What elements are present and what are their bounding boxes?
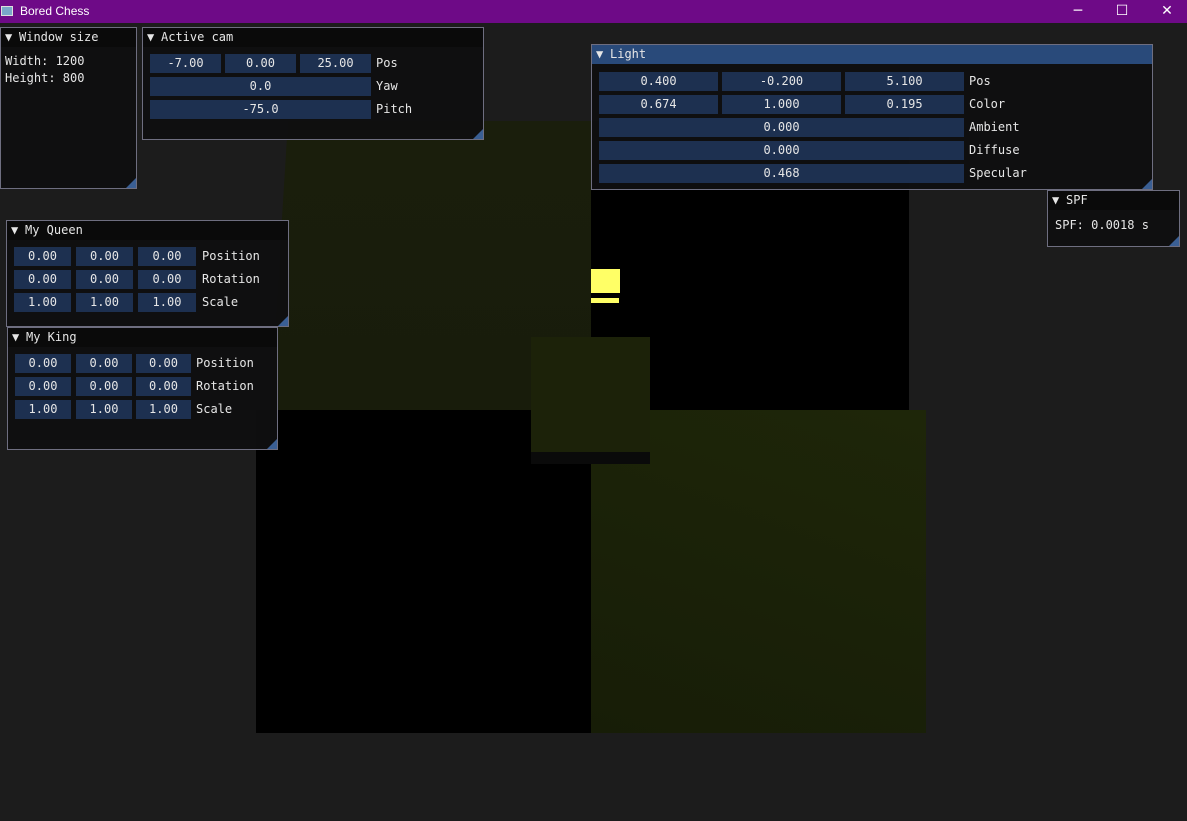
panel-title: Window size xyxy=(19,30,99,44)
queen-scale-label: Scale xyxy=(202,295,239,309)
king-position-z-field[interactable]: 0.00 xyxy=(136,354,191,373)
light-specular-label: Specular xyxy=(969,166,1027,180)
light-specular-field[interactable]: 0.468 xyxy=(599,164,964,183)
queen-position-z-field[interactable]: 0.00 xyxy=(138,247,196,266)
window-size-header[interactable]: ▼ Window size xyxy=(1,28,136,47)
active-cam-header[interactable]: ▼ Active cam xyxy=(143,28,483,47)
collapse-triangle-icon[interactable]: ▼ xyxy=(147,28,161,47)
light-panel[interactable]: ▼ Light 0.400 -0.200 5.100 Pos 0.674 1.00… xyxy=(591,44,1153,190)
queen-rotation-y-field[interactable]: 0.00 xyxy=(76,270,133,289)
window-height-text: Height: 800 xyxy=(5,71,85,85)
panel-title: SPF xyxy=(1066,193,1088,207)
queen-rotation-z-field[interactable]: 0.00 xyxy=(138,270,196,289)
light-pos-label: Pos xyxy=(969,74,991,88)
collapse-triangle-icon[interactable]: ▼ xyxy=(12,328,26,347)
window-size-panel[interactable]: ▼ Window size Width: 1200 Height: 800 xyxy=(0,27,137,189)
panel-title: My Queen xyxy=(25,223,83,237)
resize-grip[interactable] xyxy=(473,129,483,139)
queen-rotation-x-field[interactable]: 0.00 xyxy=(14,270,71,289)
panel-title: My King xyxy=(26,330,77,344)
chess-piece-cube-shadow xyxy=(531,452,650,464)
queen-position-y-field[interactable]: 0.00 xyxy=(76,247,133,266)
spf-panel[interactable]: ▼ SPF SPF: 0.0018 s xyxy=(1047,190,1180,247)
light-color-g-field[interactable]: 1.000 xyxy=(722,95,841,114)
collapse-triangle-icon[interactable]: ▼ xyxy=(5,28,19,47)
my-king-panel[interactable]: ▼ My King 0.00 0.00 0.00 Position 0.00 0.… xyxy=(7,327,278,450)
cam-pitch-label: Pitch xyxy=(376,102,413,116)
maximize-button[interactable]: ☐ xyxy=(1099,0,1145,23)
collapse-triangle-icon[interactable]: ▼ xyxy=(11,221,25,240)
resize-grip[interactable] xyxy=(267,439,277,449)
light-pos-x-field[interactable]: 0.400 xyxy=(599,72,718,91)
king-position-label: Position xyxy=(196,356,254,370)
light-color-r-field[interactable]: 0.674 xyxy=(599,95,718,114)
collapse-triangle-icon[interactable]: ▼ xyxy=(1052,191,1066,210)
king-position-y-field[interactable]: 0.00 xyxy=(76,354,132,373)
king-scale-x-field[interactable]: 1.00 xyxy=(15,400,71,419)
my-queen-header[interactable]: ▼ My Queen xyxy=(7,221,288,240)
resize-grip[interactable] xyxy=(278,316,288,326)
panel-title: Light xyxy=(610,47,647,61)
cam-yaw-field[interactable]: 0.0 xyxy=(150,77,371,96)
resize-grip[interactable] xyxy=(1169,236,1179,246)
panel-title: Active cam xyxy=(161,30,234,44)
cam-pos-y-field[interactable]: 0.00 xyxy=(225,54,296,73)
king-scale-z-field[interactable]: 1.00 xyxy=(136,400,191,419)
close-button[interactable]: ✕ xyxy=(1144,0,1187,23)
king-scale-label: Scale xyxy=(196,402,233,416)
light-color-b-field[interactable]: 0.195 xyxy=(845,95,964,114)
king-rotation-z-field[interactable]: 0.00 xyxy=(136,377,191,396)
light-ambient-field[interactable]: 0.000 xyxy=(599,118,964,137)
light-ambient-label: Ambient xyxy=(969,120,1020,134)
my-king-header[interactable]: ▼ My King xyxy=(8,328,277,347)
light-source-cube-edge xyxy=(591,298,619,303)
light-pos-z-field[interactable]: 5.100 xyxy=(845,72,964,91)
active-cam-panel[interactable]: ▼ Active cam -7.00 0.00 25.00 Pos 0.0 Yaw… xyxy=(142,27,484,140)
window-titlebar[interactable]: Bored Chess ─ ☐ ✕ xyxy=(0,0,1187,23)
minimize-button[interactable]: ─ xyxy=(1055,0,1101,23)
cam-pitch-field[interactable]: -75.0 xyxy=(150,100,371,119)
cam-pos-x-field[interactable]: -7.00 xyxy=(150,54,221,73)
king-scale-y-field[interactable]: 1.00 xyxy=(76,400,132,419)
queen-position-x-field[interactable]: 0.00 xyxy=(14,247,71,266)
queen-scale-x-field[interactable]: 1.00 xyxy=(14,293,71,312)
light-diffuse-field[interactable]: 0.000 xyxy=(599,141,964,160)
cam-pos-z-field[interactable]: 25.00 xyxy=(300,54,371,73)
collapse-triangle-icon[interactable]: ▼ xyxy=(596,45,610,64)
spf-text: SPF: 0.0018 s xyxy=(1055,218,1149,232)
light-color-label: Color xyxy=(969,97,1006,111)
cam-pos-label: Pos xyxy=(376,56,398,70)
king-rotation-y-field[interactable]: 0.00 xyxy=(76,377,132,396)
queen-rotation-label: Rotation xyxy=(202,272,260,286)
king-rotation-x-field[interactable]: 0.00 xyxy=(15,377,71,396)
app-window-icon xyxy=(1,6,13,16)
king-position-x-field[interactable]: 0.00 xyxy=(15,354,71,373)
light-source-cube[interactable] xyxy=(591,269,620,293)
window-width-text: Width: 1200 xyxy=(5,54,85,68)
window-title: Bored Chess xyxy=(20,4,90,18)
resize-grip[interactable] xyxy=(1142,179,1152,189)
light-header[interactable]: ▼ Light xyxy=(592,45,1152,64)
light-diffuse-label: Diffuse xyxy=(969,143,1020,157)
chess-piece-cube[interactable] xyxy=(531,337,650,452)
light-pos-y-field[interactable]: -0.200 xyxy=(722,72,841,91)
my-queen-panel[interactable]: ▼ My Queen 0.00 0.00 0.00 Position 0.00 0… xyxy=(6,220,289,327)
queen-position-label: Position xyxy=(202,249,260,263)
spf-header[interactable]: ▼ SPF xyxy=(1048,191,1179,210)
king-rotation-label: Rotation xyxy=(196,379,254,393)
queen-scale-z-field[interactable]: 1.00 xyxy=(138,293,196,312)
resize-grip[interactable] xyxy=(126,178,136,188)
cam-yaw-label: Yaw xyxy=(376,79,398,93)
queen-scale-y-field[interactable]: 1.00 xyxy=(76,293,133,312)
